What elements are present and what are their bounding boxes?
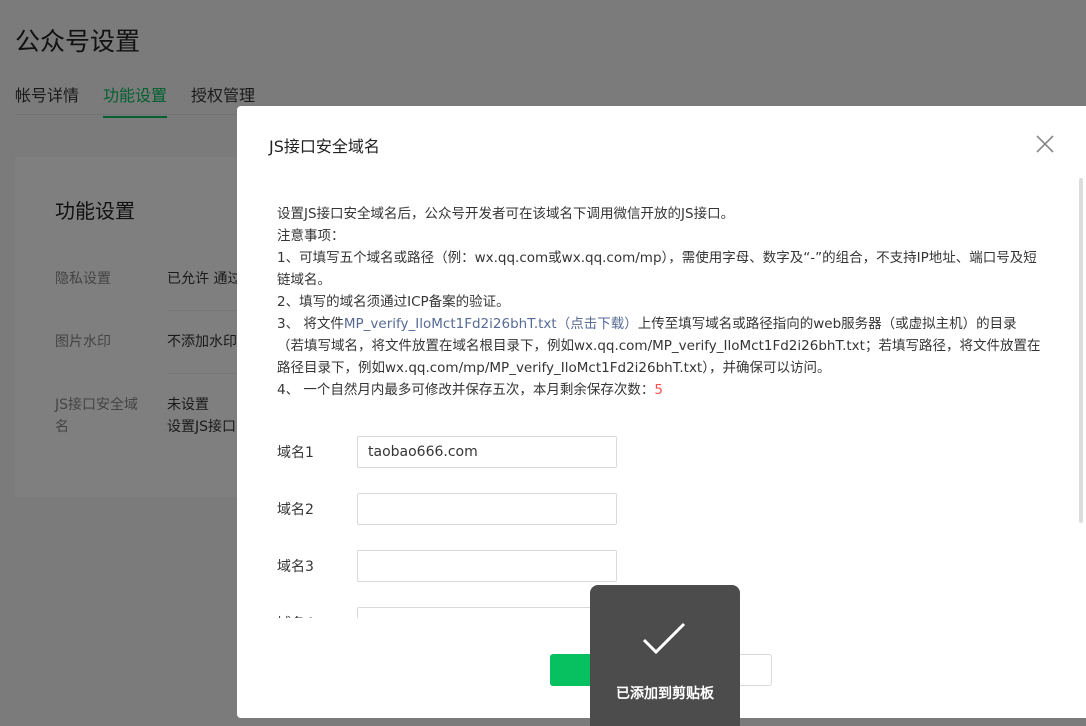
domain-input-1[interactable]	[357, 436, 617, 468]
notice-item-4: 4、 一个自然月内最多可修改并保存五次，本月剩余保存次数：5	[277, 379, 1042, 401]
toast-message: 已添加到剪贴板	[616, 686, 714, 702]
domain-input-3[interactable]	[357, 550, 617, 582]
domain-input-2[interactable]	[357, 493, 617, 525]
dialog-title: JS接口安全域名	[269, 137, 380, 156]
item3-prefix: 3、 将文件	[277, 316, 344, 332]
close-icon	[1036, 135, 1054, 153]
dialog-scrollbar[interactable]	[1079, 178, 1083, 523]
notice-title: 注意事项：	[277, 228, 345, 244]
verify-file-download-link[interactable]: MP_verify_IloMct1Fd2i26bhT.txt（点击下载）	[344, 316, 638, 332]
clipboard-toast: 已添加到剪贴板	[590, 585, 740, 726]
notice-item-3: 3、 将文件MP_verify_IloMct1Fd2i26bhT.txt（点击下…	[277, 313, 1042, 379]
dialog-instructions: 设置JS接口安全域名后，公众号开发者可在该域名下调用微信开放的JS接口。 注意事…	[277, 203, 1042, 401]
domain-label: 域名1	[277, 445, 314, 461]
close-button[interactable]	[1030, 129, 1060, 159]
item4-prefix: 4、 一个自然月内最多可修改并保存五次，本月剩余保存次数：	[277, 382, 655, 398]
notice-item-2: 2、填写的域名须通过ICP备案的验证。	[277, 294, 510, 310]
check-icon	[642, 622, 686, 655]
remaining-count: 5	[654, 382, 663, 398]
domain-label: 域名3	[277, 559, 314, 575]
notice-item-1: 1、可填写五个域名或路径（例：wx.qq.com或wx.qq.com/mp），需…	[277, 250, 1037, 288]
intro-text: 设置JS接口安全域名后，公众号开发者可在该域名下调用微信开放的JS接口。	[277, 206, 735, 222]
domain-label: 域名2	[277, 502, 314, 518]
